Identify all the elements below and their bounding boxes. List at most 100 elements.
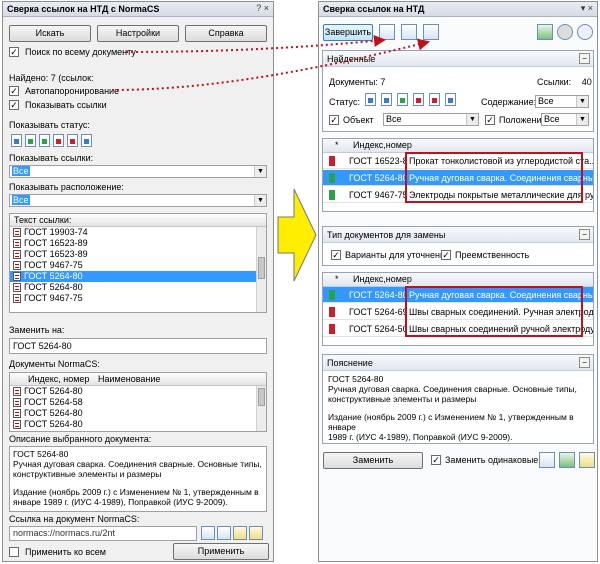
show-refs-select[interactable]: Все ▼ — [9, 165, 267, 178]
chevron-down-icon[interactable]: ▼ — [254, 195, 266, 206]
status-filter-icon-6[interactable] — [81, 134, 92, 147]
help-button[interactable]: Справка — [185, 25, 267, 42]
apply-changes-button[interactable]: Применить изменения — [173, 543, 269, 560]
status-filter-icon-2[interactable] — [25, 134, 36, 147]
normacs-link-input[interactable]: normacs://normacs.ru/2nt — [9, 526, 197, 541]
view-icon[interactable] — [423, 24, 439, 40]
explanation-line: Ручная дуговая сварка. Соединения сварны… — [328, 384, 577, 394]
right-panel-title: Сверка ссылок на НТД — [323, 4, 425, 14]
link-text-list[interactable]: Текст ссылки: ГОСТ 19903-74 ГОСТ 16523-89… — [9, 213, 267, 313]
autopositioning-checkbox[interactable]: ✓ — [9, 86, 19, 96]
document-icon — [13, 387, 21, 396]
list-item[interactable]: ГОСТ 9467-75 — [10, 293, 266, 304]
right-title-bar: Сверка ссылок на НТД ▾ × — [319, 2, 597, 17]
finish-button[interactable]: Завершить — [323, 24, 373, 41]
position-label: Положение — [499, 115, 547, 125]
list-item-label: ГОСТ 19903-74 — [24, 227, 88, 237]
grid2-col-index: Индекс,номер — [353, 274, 412, 284]
collapse-icon[interactable]: − — [579, 229, 590, 240]
status-icon-5[interactable] — [429, 93, 440, 106]
position-checkbox[interactable]: ✓ — [485, 115, 495, 125]
list-item[interactable]: ГОСТ 16523-89 — [10, 249, 266, 260]
list-item[interactable]: ГОСТ 5264-80 — [10, 282, 266, 293]
left-title-controls[interactable]: ? × — [256, 3, 269, 13]
documents-label: Документы: 7 — [329, 77, 385, 87]
status-icon-3[interactable] — [397, 93, 408, 106]
succession-label: Преемственность — [455, 250, 530, 260]
normacs-icon[interactable] — [537, 24, 553, 40]
refresh-icon[interactable] — [217, 526, 231, 540]
copy-icon[interactable] — [249, 526, 263, 540]
list-item-label: ГОСТ 5264-80 — [24, 408, 83, 418]
list-item[interactable]: ГОСТ 16523-89 — [10, 238, 266, 249]
collapse-icon[interactable]: − — [579, 53, 590, 64]
link-list-scrollbar[interactable] — [256, 227, 266, 312]
object-select[interactable]: Все ▼ — [383, 113, 479, 126]
docs-list-scrollbar[interactable] — [256, 386, 266, 431]
globe-link-icon[interactable] — [201, 526, 215, 540]
apply-all-checkbox[interactable] — [9, 547, 19, 557]
link-icon[interactable] — [539, 452, 555, 468]
find-doc-icon[interactable] — [379, 24, 395, 40]
list-item[interactable]: ГОСТ 9467-75 — [10, 260, 266, 271]
status-filter-icon-4[interactable] — [53, 134, 64, 147]
right-title-controls[interactable]: ▾ × — [581, 3, 593, 14]
chevron-down-icon[interactable]: ▼ — [466, 114, 478, 125]
status-icon-6[interactable] — [445, 93, 456, 106]
normacs-docs-list[interactable]: Индекс, номер Наименование ГОСТ 5264-80 Г… — [9, 372, 267, 432]
help-icon[interactable] — [577, 24, 593, 40]
doc-open-icon[interactable] — [559, 452, 575, 468]
docs-list-rows: ГОСТ 5264-80 ГОСТ 5264-58 ГОСТ 5264-80 ГОСТ… — [10, 386, 266, 430]
replace-input[interactable]: ГОСТ 5264-80 — [9, 338, 267, 354]
status-marker-icon — [329, 307, 335, 317]
status-filter-icon-1[interactable] — [11, 134, 22, 147]
list-item[interactable]: ГОСТ 5264-80 — [10, 386, 266, 397]
selected-doc-description: ГОСТ 5264-80 Ручная дуговая сварка. Соед… — [9, 446, 267, 512]
document-icon[interactable] — [233, 526, 247, 540]
link-text-rows: ГОСТ 19903-74 ГОСТ 16523-89 ГОСТ 16523-89 Г… — [10, 227, 266, 304]
search-button[interactable]: Искать — [9, 25, 91, 42]
list-item[interactable]: ГОСТ 19903-74 — [10, 227, 266, 238]
show-links-checkbox[interactable]: ✓ — [9, 100, 19, 110]
status-marker-icon — [329, 324, 335, 334]
object-label: Объект — [343, 115, 374, 125]
replace-same-label: Заменить одинаковые — [445, 455, 539, 465]
list-item[interactable]: ГОСТ 5264-58 — [10, 397, 266, 408]
list-item[interactable]: ГОСТ 5264-80 — [10, 419, 266, 430]
replace-button[interactable]: Заменить — [323, 452, 423, 469]
document-icon — [13, 398, 21, 407]
settings-button[interactable]: Настройки — [97, 25, 179, 42]
document-icon — [13, 294, 21, 303]
status-icon-1[interactable] — [365, 93, 376, 106]
desc-line: Ручная дуговая сварка. Соединения сварны… — [13, 459, 262, 469]
transition-arrow-icon — [277, 188, 317, 282]
status-icon-2[interactable] — [381, 93, 392, 106]
show-location-value: Все — [12, 195, 30, 205]
succession-checkbox[interactable]: ✓ — [441, 250, 451, 260]
status-icon-4[interactable] — [413, 93, 424, 106]
list-item[interactable]: ГОСТ 5264-80 — [10, 408, 266, 419]
position-select[interactable]: Все ▼ — [541, 113, 589, 126]
chevron-down-icon[interactable]: ▼ — [576, 114, 588, 125]
status-filter-icon-5[interactable] — [67, 134, 78, 147]
object-checkbox[interactable]: ✓ — [329, 115, 339, 125]
autopositioning-label: Автопапоронирование — [25, 86, 120, 96]
show-location-select[interactable]: Все ▼ — [9, 194, 267, 207]
chevron-down-icon[interactable]: ▼ — [254, 166, 266, 177]
gear-icon[interactable] — [557, 24, 573, 40]
status-filter-icon-3[interactable] — [39, 134, 50, 147]
document-icon — [13, 261, 21, 270]
doc-copy-icon[interactable] — [579, 452, 595, 468]
replace-same-checkbox[interactable]: ✓ — [431, 455, 441, 465]
find-all-icon[interactable] — [401, 24, 417, 40]
list-item[interactable]: ГОСТ 5264-80 — [10, 271, 266, 282]
list-item-label: ГОСТ 5264-80 — [24, 282, 83, 292]
doc-types-header: Тип документов для замены − — [323, 227, 593, 243]
explanation-line: ГОСТ 5264-80 — [328, 374, 384, 384]
show-refs-value: Все — [12, 166, 30, 176]
chevron-down-icon[interactable]: ▼ — [576, 96, 588, 107]
search-all-checkbox[interactable]: ✓ — [9, 47, 19, 57]
content-select[interactable]: Все ▼ — [535, 95, 589, 108]
collapse-icon[interactable]: − — [579, 357, 590, 368]
variants-checkbox[interactable]: ✓ — [331, 250, 341, 260]
